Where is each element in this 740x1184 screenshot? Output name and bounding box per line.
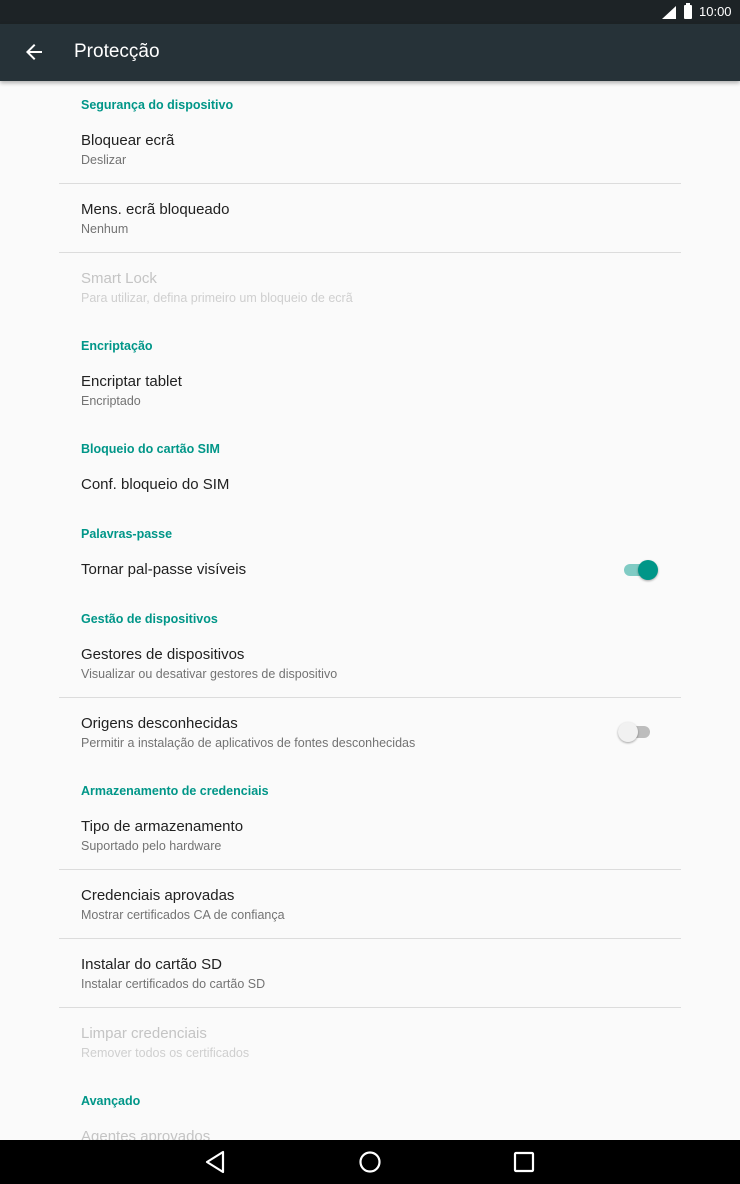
install-from-sd-title: Instalar do cartão SD [81, 956, 222, 973]
visible-passwords-item[interactable]: Tornar pal-passe visíveis [0, 548, 740, 598]
category-sim-lock: Bloqueio do cartão SIM [81, 442, 220, 456]
smart-lock-title: Smart Lock [81, 270, 157, 287]
unknown-sources-item[interactable]: Origens desconhecidas Permitir a instala… [0, 702, 740, 766]
lock-screen-item[interactable]: Bloquear ecrã Deslizar [0, 119, 740, 183]
divider [59, 183, 681, 184]
visible-passwords-toggle[interactable] [624, 560, 658, 580]
nav-recents-icon[interactable] [511, 1149, 537, 1175]
category-device-security: Segurança do dispositivo [81, 98, 234, 112]
unknown-sources-summary: Permitir a instalação de aplicativos de … [81, 736, 416, 750]
divider [59, 697, 681, 698]
sim-lock-setup-item[interactable]: Conf. bloqueio do SIM [0, 463, 740, 513]
device-admins-summary: Visualizar ou desativar gestores de disp… [81, 667, 338, 681]
encrypt-tablet-item[interactable]: Encriptar tablet Encriptado [0, 360, 740, 424]
clear-credentials-title: Limpar credenciais [81, 1025, 207, 1042]
visible-passwords-title: Tornar pal-passe visíveis [81, 561, 247, 578]
storage-type-item[interactable]: Tipo de armazenamento Suportado pelo har… [0, 805, 740, 869]
storage-type-title: Tipo de armazenamento [81, 818, 244, 835]
lock-screen-summary: Deslizar [81, 153, 127, 167]
page-title: Protecção [74, 41, 160, 62]
battery-icon [684, 3, 692, 19]
divider [59, 1007, 681, 1008]
install-from-sd-summary: Instalar certificados do cartão SD [81, 977, 266, 991]
encrypt-tablet-title: Encriptar tablet [81, 373, 182, 390]
encrypt-tablet-summary: Encriptado [81, 394, 141, 408]
storage-type-summary: Suportado pelo hardware [81, 839, 222, 853]
navigation-bar [0, 1140, 740, 1184]
category-passwords: Palavras-passe [81, 527, 173, 541]
clear-credentials-item: Limpar credenciais Remover todos os cert… [0, 1012, 740, 1076]
status-time: 10:00 [699, 4, 732, 19]
signal-icon [662, 6, 676, 19]
settings-list[interactable]: Segurança do dispositivo Bloquear ecrã D… [0, 81, 740, 1140]
lock-screen-title: Bloquear ecrã [81, 132, 175, 149]
toggle-thumb [638, 560, 658, 580]
category-encryption: Encriptação [81, 339, 153, 353]
nav-back-icon[interactable] [203, 1149, 229, 1175]
device-admins-item[interactable]: Gestores de dispositivos Visualizar ou d… [0, 633, 740, 697]
sim-lock-setup-title: Conf. bloqueio do SIM [81, 476, 230, 493]
trust-agents-title: Agentes aprovados [81, 1128, 211, 1140]
divider [59, 938, 681, 939]
unknown-sources-title: Origens desconhecidas [81, 715, 238, 732]
device-admins-title: Gestores de dispositivos [81, 646, 245, 663]
lock-message-summary: Nenhum [81, 222, 129, 236]
category-advanced: Avançado [81, 1094, 141, 1108]
smart-lock-item: Smart Lock Para utilizar, defina primeir… [0, 257, 740, 321]
trusted-credentials-item[interactable]: Credenciais aprovadas Mostrar certificad… [0, 874, 740, 938]
lock-message-title: Mens. ecrã bloqueado [81, 201, 230, 218]
divider [59, 869, 681, 870]
smart-lock-summary: Para utilizar, defina primeiro um bloque… [81, 291, 353, 305]
category-device-admin: Gestão de dispositivos [81, 612, 218, 626]
nav-home-icon[interactable] [357, 1149, 383, 1175]
install-from-sd-item[interactable]: Instalar do cartão SD Instalar certifica… [0, 943, 740, 1007]
trusted-credentials-summary: Mostrar certificados CA de confiança [81, 908, 285, 922]
trusted-credentials-title: Credenciais aprovadas [81, 887, 235, 904]
app-bar: Protecção [0, 24, 740, 81]
arrow-back-icon[interactable] [22, 40, 46, 64]
category-credentials: Armazenamento de credenciais [81, 784, 269, 798]
clear-credentials-summary: Remover todos os certificados [81, 1046, 250, 1060]
toggle-thumb [618, 722, 638, 742]
divider [59, 252, 681, 253]
status-bar: 10:00 [0, 0, 740, 24]
unknown-sources-toggle[interactable] [618, 722, 654, 742]
trust-agents-item: Agentes aprovados [0, 1115, 740, 1140]
lock-message-item[interactable]: Mens. ecrã bloqueado Nenhum [0, 188, 740, 252]
